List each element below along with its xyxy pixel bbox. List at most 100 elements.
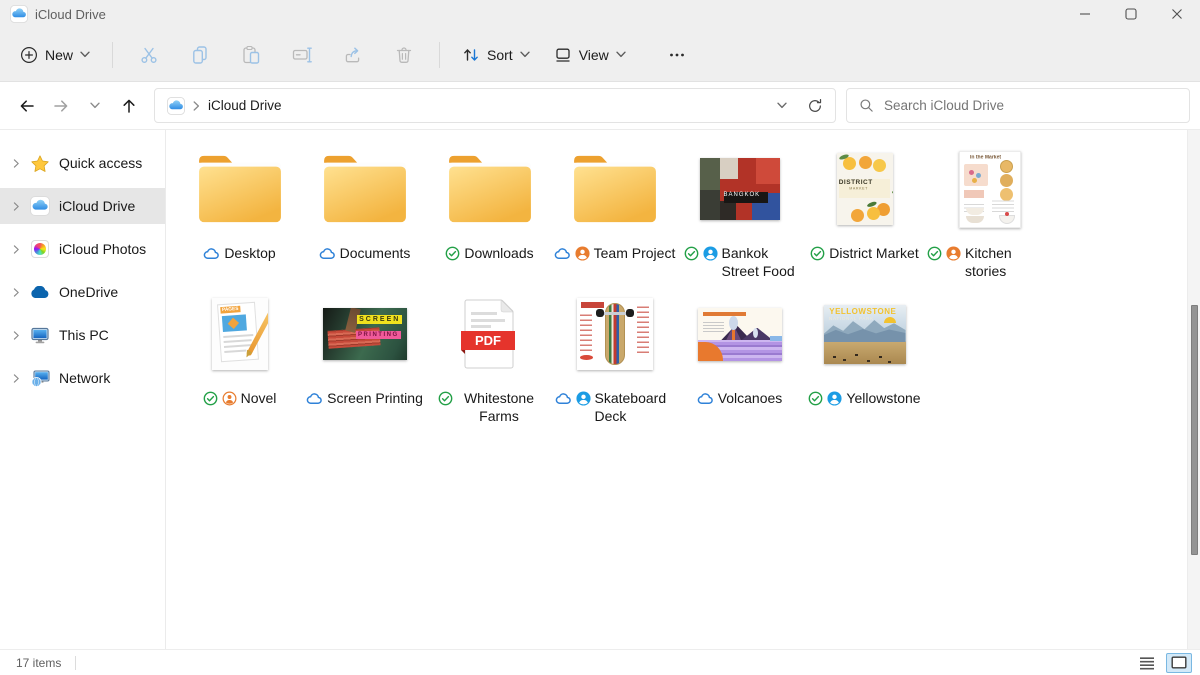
list-view-button[interactable]: [1134, 653, 1160, 673]
share-icon: [343, 45, 363, 65]
sidebar-item-label: Quick access: [59, 155, 142, 171]
sidebar-item-icloud-photos[interactable]: iCloud Photos: [0, 231, 165, 267]
file-item-yellowstone[interactable]: YELLOWSTONE NATIONAL PARK Yellowstone: [802, 290, 927, 435]
share-button[interactable]: [327, 36, 378, 74]
thumbnail-skateboard-deck: [577, 298, 653, 370]
chevron-down-icon: [90, 102, 100, 109]
thumbnail-caption: BANGKOK: [724, 192, 769, 203]
close-button[interactable]: [1154, 0, 1200, 28]
thumbnail-view-button[interactable]: [1166, 653, 1192, 673]
search-icon: [859, 98, 874, 113]
sidebar-item-label: iCloud Drive: [59, 198, 135, 214]
sort-button[interactable]: Sort: [450, 38, 542, 72]
more-options-button[interactable]: [652, 36, 703, 74]
chevron-right-icon: [12, 159, 21, 168]
navigation-pane: Quick access iCloud Drive iCloud Photos …: [0, 130, 166, 649]
file-item-volcanoes[interactable]: Volcanoes: [677, 290, 802, 435]
chevron-right-icon: [193, 101, 200, 111]
view-button[interactable]: View: [542, 38, 638, 72]
file-item-bankok-street-food[interactable]: BANGKOK Bankok Street Food: [677, 145, 802, 290]
onedrive-cloud-icon: [30, 286, 50, 299]
new-button[interactable]: New: [8, 38, 102, 72]
search-box[interactable]: [846, 88, 1190, 123]
thumbnail-volcanoes: [698, 308, 782, 361]
sidebar-item-quick-access[interactable]: Quick access: [0, 145, 165, 181]
file-item-novel[interactable]: PAGES Novel: [177, 290, 302, 435]
downloaded-check-icon: [927, 246, 942, 261]
file-item-screen-printing[interactable]: SCREEN PRINTING Screen Printing: [302, 290, 427, 435]
file-name: District Market: [829, 244, 918, 262]
sidebar-item-onedrive[interactable]: OneDrive: [0, 274, 165, 310]
refresh-icon[interactable]: [807, 98, 823, 114]
file-name: Volcanoes: [718, 389, 783, 407]
scrollbar-thumb[interactable]: [1191, 305, 1198, 555]
downloaded-check-icon: [810, 246, 825, 261]
new-button-label: New: [45, 47, 73, 63]
sidebar-item-label: OneDrive: [59, 284, 118, 300]
file-item-whitestone-farms[interactable]: PDF Whitestone Farms: [427, 290, 552, 435]
icloud-status-icon: [319, 247, 336, 260]
file-item-district-market[interactable]: DISTRICTMARKET District Market: [802, 145, 927, 290]
shared-person-icon: [575, 246, 590, 261]
file-item-desktop[interactable]: Desktop: [177, 145, 302, 290]
chevron-right-icon: [12, 202, 21, 211]
forward-button[interactable]: [44, 89, 78, 123]
paste-icon: [241, 45, 261, 65]
search-input[interactable]: [884, 98, 1177, 113]
downloaded-check-icon: [808, 391, 823, 406]
delete-button[interactable]: [378, 36, 429, 74]
sidebar-item-icloud-drive[interactable]: iCloud Drive: [0, 188, 165, 224]
file-item-kitchen-stories[interactable]: In the Market Kitchen stories: [927, 145, 1052, 290]
vertical-scrollbar[interactable]: [1187, 130, 1200, 649]
sidebar-item-label: iCloud Photos: [59, 241, 146, 257]
list-view-icon: [1139, 656, 1155, 670]
trash-icon: [394, 45, 414, 65]
minimize-button[interactable]: [1062, 0, 1108, 28]
downloaded-check-icon: [445, 246, 460, 261]
rename-button[interactable]: [276, 36, 327, 74]
chevron-right-icon: [12, 288, 21, 297]
copy-button[interactable]: [174, 36, 225, 74]
shared-person-icon: [703, 246, 718, 261]
sidebar-item-this-pc[interactable]: This PC: [0, 317, 165, 353]
file-item-team-project[interactable]: Team Project: [552, 145, 677, 290]
chevron-down-icon: [616, 51, 626, 58]
cut-button[interactable]: [123, 36, 174, 74]
address-bar[interactable]: iCloud Drive: [154, 88, 836, 123]
file-list-area: Desktop Documents Downloads: [166, 130, 1200, 649]
recent-locations-button[interactable]: [78, 89, 112, 123]
back-button[interactable]: [10, 89, 44, 123]
arrow-left-icon: [18, 97, 36, 115]
navigation-bar: iCloud Drive: [0, 82, 1200, 130]
toolbar-divider: [112, 42, 113, 68]
thumbnail-screen-printing: SCREEN PRINTING: [323, 308, 407, 360]
thumbnail-yellowstone: YELLOWSTONE NATIONAL PARK: [824, 305, 906, 364]
up-button[interactable]: [112, 89, 146, 123]
sidebar-item-network[interactable]: Network: [0, 360, 165, 396]
thumbnail-kitchen-stories: In the Market: [959, 151, 1021, 228]
file-item-documents[interactable]: Documents: [302, 145, 427, 290]
sort-button-label: Sort: [487, 47, 513, 63]
thumbnail-bankok-street-food: BANGKOK: [700, 158, 780, 220]
thumbnail-caption: YELLOWSTONE: [829, 307, 896, 316]
thumbnail-caption: DISTRICT: [839, 179, 891, 186]
item-count: 17 items: [16, 656, 61, 670]
chevron-right-icon: [12, 331, 21, 340]
svg-text:PDF: PDF: [475, 333, 501, 348]
folder-icon: [568, 151, 662, 227]
thumbnail-view-icon: [1171, 656, 1187, 669]
breadcrumb[interactable]: iCloud Drive: [167, 97, 282, 115]
view-button-label: View: [579, 47, 609, 63]
monitor-icon: [31, 327, 49, 344]
address-dropdown-icon[interactable]: [777, 102, 787, 109]
paste-button[interactable]: [225, 36, 276, 74]
file-explorer-window: iCloud Drive New Sort View: [0, 0, 1200, 675]
shared-person-icon: [946, 246, 961, 261]
file-item-skateboard-deck[interactable]: Skateboard Deck: [552, 290, 677, 435]
file-name: Desktop: [224, 244, 275, 262]
maximize-button[interactable]: [1108, 0, 1154, 28]
icloud-status-icon: [697, 392, 714, 405]
file-item-downloads[interactable]: Downloads: [427, 145, 552, 290]
breadcrumb-location[interactable]: iCloud Drive: [208, 98, 282, 113]
file-name: Whitestone Farms: [457, 389, 541, 425]
